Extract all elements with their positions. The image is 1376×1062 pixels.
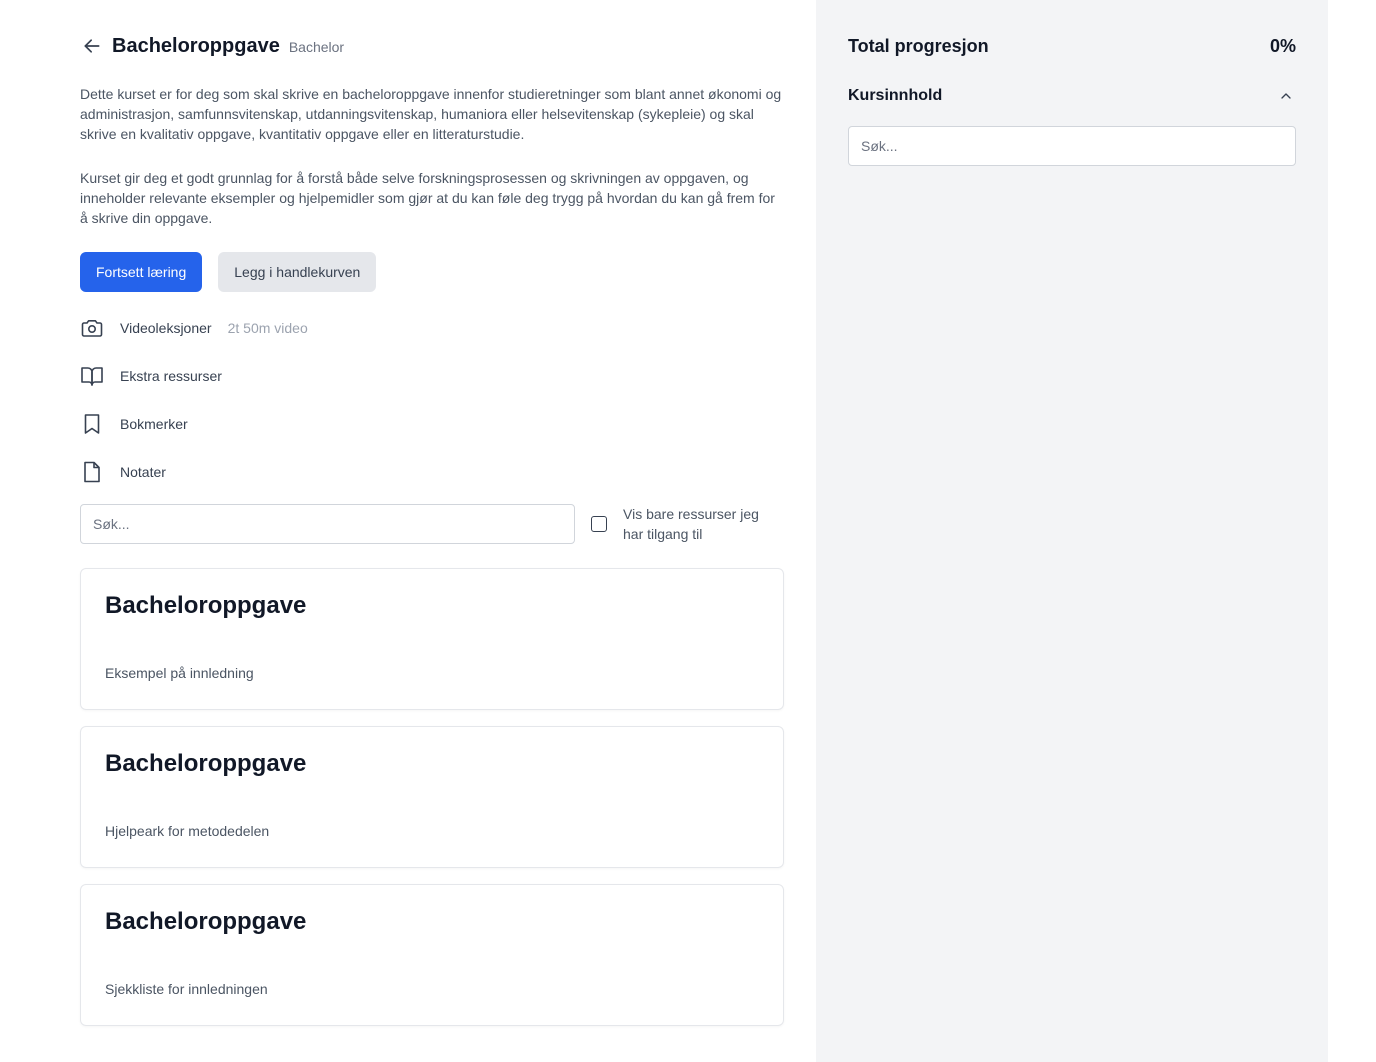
resource-card-title: Bacheloroppgave: [105, 592, 307, 619]
resource-card-title: Bacheloroppgave: [105, 750, 307, 777]
resource-card-subtitle: Sjekkliste for innledningen: [105, 981, 268, 997]
resource-list: Bacheloroppgave Eksempel på innledning B…: [80, 568, 784, 1026]
feature-extra-resources[interactable]: Ekstra ressurser: [80, 360, 784, 392]
course-content-search-input[interactable]: [848, 126, 1296, 166]
feature-label: Videoleksjoner: [120, 320, 212, 336]
access-only-checkbox[interactable]: [591, 516, 607, 532]
back-button[interactable]: [80, 34, 104, 58]
video-duration: 2t 50m video: [227, 320, 308, 336]
course-description-2: Kurset gir deg et godt grunnlag for å fo…: [80, 170, 775, 226]
feature-label: Bokmerker: [120, 416, 188, 432]
course-features: Videoleksjoner 2t 50m video Ekstra ressu…: [80, 312, 784, 488]
feature-label: Ekstra ressurser: [120, 368, 222, 384]
resource-card-subtitle: Eksempel på innledning: [105, 665, 254, 681]
resource-search-input[interactable]: [80, 504, 575, 544]
camera-icon: [80, 316, 104, 340]
add-to-cart-button[interactable]: Legg i handlekurven: [218, 252, 377, 292]
document-icon: [80, 460, 104, 484]
course-sidebar: Total progresjon 0% Kursinnhold: [816, 0, 1328, 1062]
course-description-1: Dette kurset er for deg som skal skrive …: [80, 86, 782, 142]
course-content-toggle[interactable]: Kursinnhold: [848, 84, 1296, 108]
resource-card[interactable]: Bacheloroppgave Eksempel på innledning: [80, 568, 784, 710]
continue-learning-button[interactable]: Fortsett læring: [80, 252, 203, 292]
progress-value: 0%: [1269, 35, 1296, 56]
main-content: Bacheloroppgave Bachelor Dette kurset er…: [80, 0, 784, 1042]
page-title: Bacheloroppgave: [112, 34, 280, 57]
progress-label: Total progresjon: [848, 35, 989, 56]
book-open-icon: [80, 364, 104, 388]
course-content-label: Kursinnhold: [848, 87, 943, 104]
chevron-up-icon: [1276, 86, 1296, 106]
resource-card[interactable]: Bacheloroppgave Hjelpeark for metodedele…: [80, 726, 784, 868]
feature-bookmarks[interactable]: Bokmerker: [80, 408, 784, 440]
page-header: Bacheloroppgave Bachelor: [80, 32, 784, 60]
resource-filter: Vis bare ressurser jeg har tilgang til: [80, 504, 784, 544]
total-progress: Total progresjon 0%: [848, 34, 1296, 58]
access-only-label: Vis bare ressurser jeg har tilgang til: [623, 506, 759, 542]
feature-notes[interactable]: Notater: [80, 456, 784, 488]
feature-label: Notater: [120, 464, 166, 480]
course-actions: Fortsett læring Legg i handlekurven: [80, 252, 784, 292]
resource-card-title: Bacheloroppgave: [105, 908, 307, 935]
course-level-tag: Bachelor: [288, 39, 345, 55]
resource-card-subtitle: Hjelpeark for metodedelen: [105, 823, 270, 839]
resource-card[interactable]: Bacheloroppgave Sjekkliste for innlednin…: [80, 884, 784, 1026]
feature-video-lessons[interactable]: Videoleksjoner 2t 50m video: [80, 312, 784, 344]
bookmark-icon: [80, 412, 104, 436]
arrow-left-icon: [84, 39, 100, 53]
